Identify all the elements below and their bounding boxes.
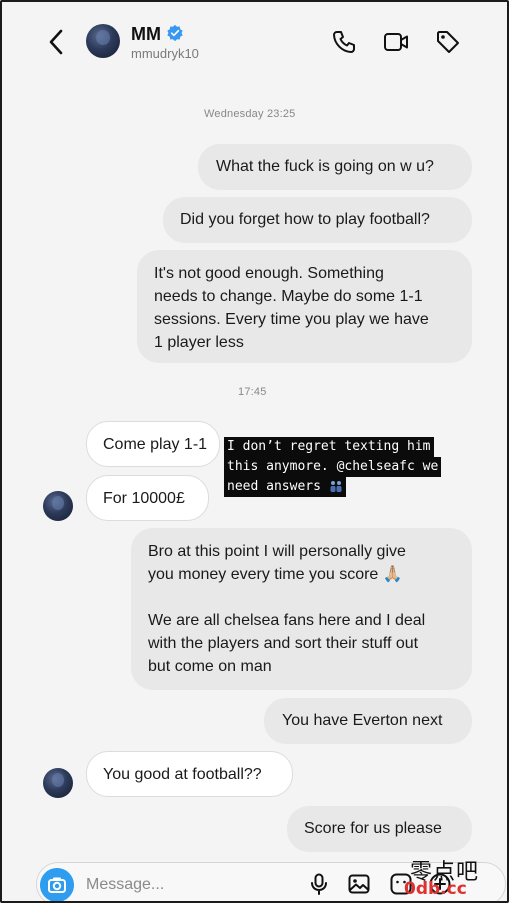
- message-bubble-outgoing[interactable]: You have Everton next: [264, 698, 472, 744]
- contact-username: mmudryk10: [131, 46, 199, 61]
- message-text: It's not good enough. Something needs to…: [154, 265, 429, 351]
- back-chevron-icon[interactable]: [42, 26, 70, 58]
- overlay-line: I don’t regret texting him: [224, 437, 434, 457]
- contact-avatar[interactable]: [86, 24, 120, 58]
- message-bubble-outgoing[interactable]: Score for us please: [287, 806, 472, 852]
- message-text: What the fuck is going on w u?: [216, 158, 434, 175]
- overlay-line: need answers: [224, 477, 346, 497]
- video-icon[interactable]: [382, 28, 410, 56]
- message-bubble-outgoing[interactable]: What the fuck is going on w u?: [198, 144, 472, 190]
- message-bubble-outgoing[interactable]: Bro at this point I will personally give…: [131, 528, 472, 690]
- message-text: Bro at this point I will personally give…: [148, 543, 426, 675]
- overlay-line: this anymore. @chelseafc we: [224, 457, 442, 477]
- sender-avatar[interactable]: [43, 491, 73, 521]
- message-input[interactable]: Message...: [86, 876, 164, 894]
- message-text: Score for us please: [304, 820, 442, 837]
- message-text: You have Everton next: [282, 712, 443, 729]
- people-emoji-icon: [330, 481, 342, 492]
- microphone-icon[interactable]: [307, 872, 331, 896]
- phone-icon[interactable]: [330, 28, 358, 56]
- tag-icon[interactable]: [434, 28, 462, 56]
- chat-header: [0, 0, 509, 84]
- message-bubble-outgoing[interactable]: It's not good enough. Something needs to…: [137, 250, 472, 363]
- overlay-line-text: need answers: [227, 479, 321, 494]
- timestamp: Wednesday 23:25: [204, 108, 296, 120]
- message-text: Come play 1-1: [103, 436, 208, 453]
- contact-name[interactable]: MM: [131, 24, 161, 45]
- message-bubble-outgoing[interactable]: Did you forget how to play football?: [163, 197, 472, 243]
- timestamp: 17:45: [238, 386, 267, 398]
- camera-icon[interactable]: [40, 868, 74, 902]
- message-text: For 10000£: [103, 490, 185, 507]
- story-overlay-caption: I don’t regret texting him this anymore.…: [224, 437, 500, 497]
- watermark-url: 0db.cc: [404, 879, 467, 899]
- message-text: You good at football??: [103, 766, 262, 783]
- message-bubble-incoming[interactable]: Come play 1-1: [86, 421, 220, 467]
- verified-badge-icon: [167, 24, 183, 42]
- message-bubble-incoming[interactable]: For 10000£: [86, 475, 209, 521]
- message-text: Did you forget how to play football?: [180, 211, 430, 228]
- gallery-icon[interactable]: [347, 872, 371, 896]
- message-bubble-incoming[interactable]: You good at football??: [86, 751, 293, 797]
- sender-avatar[interactable]: [43, 768, 73, 798]
